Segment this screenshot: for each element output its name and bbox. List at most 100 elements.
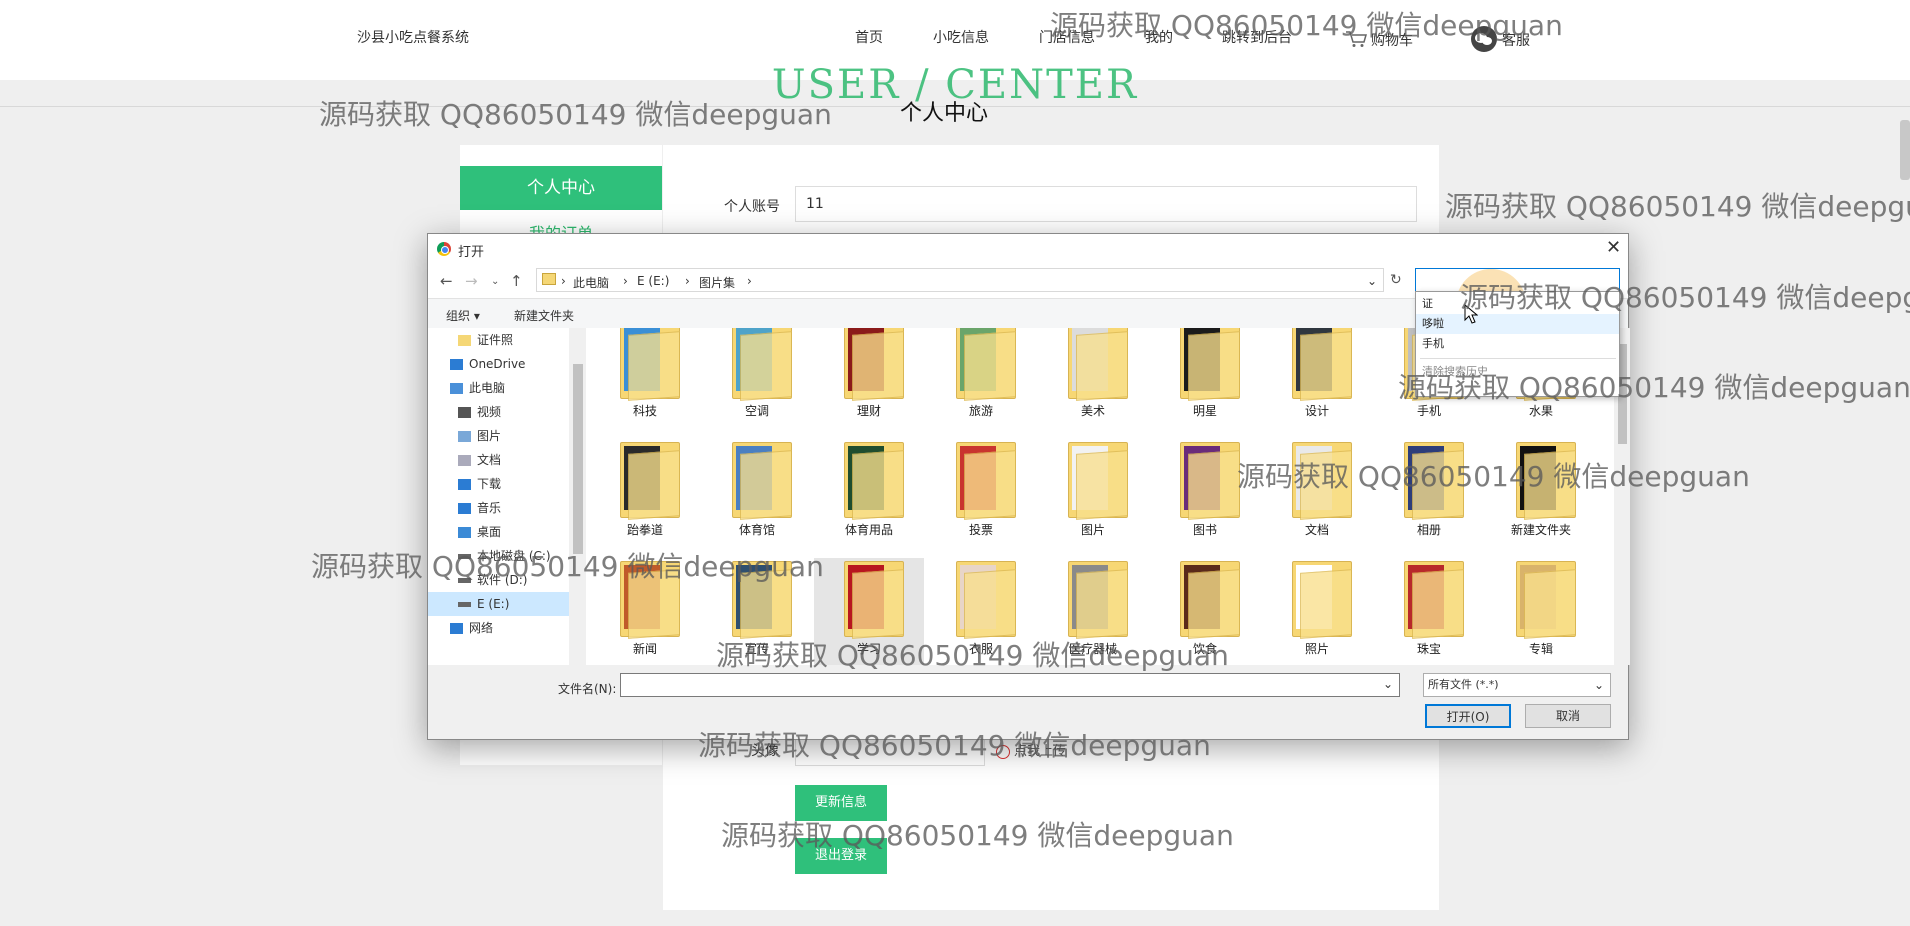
crumb-sep-icon: › bbox=[561, 274, 566, 288]
back-icon[interactable]: ← bbox=[440, 272, 453, 290]
folder-item[interactable]: 图书 bbox=[1150, 439, 1260, 558]
folder-item[interactable]: 明星 bbox=[1150, 328, 1260, 439]
up-icon[interactable]: ↑ bbox=[510, 272, 523, 290]
forward-icon[interactable]: → bbox=[465, 272, 478, 290]
nav-cart[interactable]: 购物车 bbox=[1345, 30, 1413, 52]
folder-icon bbox=[620, 442, 680, 520]
folder-item[interactable]: 设计 bbox=[1262, 328, 1372, 439]
folder-item[interactable]: 空调 bbox=[702, 328, 812, 439]
nav-item-label: 音乐 bbox=[477, 501, 502, 515]
folder-item[interactable]: 宣传 bbox=[702, 558, 812, 665]
nav-item[interactable]: 软件 (D:) bbox=[428, 568, 569, 592]
folder-icon bbox=[1068, 442, 1128, 520]
nav-stores[interactable]: 门店信息 bbox=[1039, 27, 1095, 47]
upload-option[interactable]: 点我上传 bbox=[996, 740, 1066, 759]
nav-item-label: 此电脑 bbox=[469, 381, 506, 395]
drive-icon bbox=[458, 602, 471, 607]
nav-scroll-thumb[interactable] bbox=[573, 364, 583, 554]
suggestion-item[interactable]: 手机 bbox=[1416, 334, 1619, 354]
folder-item[interactable]: 旅游 bbox=[926, 328, 1036, 439]
suggestion-item[interactable]: 证 bbox=[1416, 294, 1619, 314]
nav-item[interactable]: 网络 bbox=[428, 616, 569, 640]
folder-item[interactable]: 体育馆 bbox=[702, 439, 812, 558]
folder-item[interactable]: 新建文件夹 bbox=[1486, 439, 1596, 558]
download-icon bbox=[458, 479, 471, 490]
nav-item[interactable]: 文档 bbox=[428, 448, 569, 472]
organize-button[interactable]: 组织 ▾ bbox=[446, 307, 480, 324]
folder-icon bbox=[956, 328, 1016, 401]
folder-item[interactable]: 医疗器械 bbox=[1038, 558, 1148, 665]
chevron-down-icon[interactable]: ⌄ bbox=[1367, 274, 1377, 288]
site-brand[interactable]: 沙县小吃点餐系统 bbox=[357, 27, 469, 47]
folder-item[interactable]: 照片 bbox=[1262, 558, 1372, 665]
cart-icon bbox=[1345, 30, 1367, 52]
nav-item-label: 证件照 bbox=[477, 333, 514, 347]
suggestion-item[interactable]: 哆啦 bbox=[1416, 314, 1619, 334]
folder-label: 图片 bbox=[1080, 523, 1105, 537]
nav-item[interactable]: 本地磁盘 (C:) bbox=[428, 544, 569, 568]
folder-item[interactable]: 文档 bbox=[1262, 439, 1372, 558]
nav-item[interactable]: E (E:) bbox=[428, 592, 569, 616]
crumb-sep-icon: › bbox=[747, 274, 752, 288]
open-button[interactable]: 打开(O) bbox=[1425, 704, 1511, 728]
folder-icon bbox=[844, 328, 904, 401]
folder-item[interactable]: 美术 bbox=[1038, 328, 1148, 439]
folder-item[interactable]: 跆拳道 bbox=[590, 439, 700, 558]
menu-item-profile[interactable]: 个人中心 bbox=[460, 166, 662, 210]
nav-item[interactable]: 图片 bbox=[428, 424, 569, 448]
nav-service[interactable]: 客服 bbox=[1470, 26, 1530, 56]
nav-item[interactable]: 此电脑 bbox=[428, 376, 569, 400]
folder-item[interactable]: 珠宝 bbox=[1374, 558, 1484, 665]
folder-item[interactable]: 饮食 bbox=[1150, 558, 1260, 665]
nav-mine[interactable]: 我的 bbox=[1145, 27, 1173, 47]
nav-item[interactable]: 音乐 bbox=[428, 496, 569, 520]
nav-home[interactable]: 首页 bbox=[855, 27, 883, 47]
recent-chevron-icon[interactable]: ⌄ bbox=[491, 276, 499, 287]
dialog-titlebar[interactable]: 打开 ✕ bbox=[428, 234, 1628, 264]
chrome-icon bbox=[437, 242, 451, 256]
nav-item[interactable]: 视频 bbox=[428, 400, 569, 424]
folder-item[interactable]: 投票 bbox=[926, 439, 1036, 558]
cancel-button[interactable]: 取消 bbox=[1525, 704, 1611, 728]
filetype-select[interactable]: 所有文件 (*.*) ⌄ bbox=[1423, 673, 1611, 697]
page-scrollbar[interactable] bbox=[1900, 120, 1910, 180]
crumb-drive-e[interactable]: E (E:) bbox=[637, 274, 669, 288]
nav-backend[interactable]: 跳转到后台 bbox=[1222, 27, 1292, 47]
address-bar[interactable]: › 此电脑 › E (E:) › 图片集 › ⌄ bbox=[536, 268, 1384, 292]
folder-item[interactable]: 科技 bbox=[590, 328, 700, 439]
update-button[interactable]: 更新信息 bbox=[795, 785, 887, 821]
filename-input[interactable]: ⌄ bbox=[620, 673, 1400, 697]
nav-snacks[interactable]: 小吃信息 bbox=[933, 27, 989, 47]
nav-item[interactable]: 桌面 bbox=[428, 520, 569, 544]
folder-item[interactable]: 相册 bbox=[1374, 439, 1484, 558]
folder-item[interactable]: 衣服 bbox=[926, 558, 1036, 665]
nav-item[interactable]: 证件照 bbox=[428, 328, 569, 352]
nav-item[interactable]: 下载 bbox=[428, 472, 569, 496]
clear-history-link[interactable]: 清除搜索历史 bbox=[1416, 362, 1488, 382]
crumb-pictures[interactable]: 图片集 bbox=[699, 274, 735, 291]
folder-icon bbox=[1404, 561, 1464, 639]
nav-item[interactable]: OneDrive bbox=[428, 352, 569, 376]
folder-icon bbox=[1292, 328, 1352, 401]
folder-item[interactable]: 图片 bbox=[1038, 439, 1148, 558]
new-folder-button[interactable]: 新建文件夹 bbox=[514, 307, 574, 324]
refresh-icon[interactable]: ↻ bbox=[1390, 272, 1402, 288]
folder-item[interactable]: 理财 bbox=[814, 328, 924, 439]
folder-label: 新建文件夹 bbox=[1510, 523, 1571, 537]
nav-item-label: E (E:) bbox=[477, 597, 510, 611]
folder-item[interactable]: 学习 bbox=[814, 558, 924, 665]
account-field[interactable]: 11 bbox=[795, 186, 1417, 222]
folder-label: 相册 bbox=[1416, 523, 1441, 537]
folder-item[interactable]: 新闻 bbox=[590, 558, 700, 665]
folder-icon bbox=[620, 328, 680, 401]
folder-icon bbox=[620, 561, 680, 639]
folder-label: 衣服 bbox=[968, 642, 993, 656]
chevron-down-icon[interactable]: ⌄ bbox=[1383, 677, 1393, 691]
close-icon[interactable]: ✕ bbox=[1606, 237, 1621, 258]
nav-service-label: 客服 bbox=[1502, 33, 1530, 49]
folder-item[interactable]: 体育用品 bbox=[814, 439, 924, 558]
folder-icon bbox=[1180, 328, 1240, 401]
crumb-this-pc[interactable]: 此电脑 bbox=[573, 274, 609, 291]
folder-item[interactable]: 专辑 bbox=[1486, 558, 1596, 665]
logout-button[interactable]: 退出登录 bbox=[795, 838, 887, 874]
